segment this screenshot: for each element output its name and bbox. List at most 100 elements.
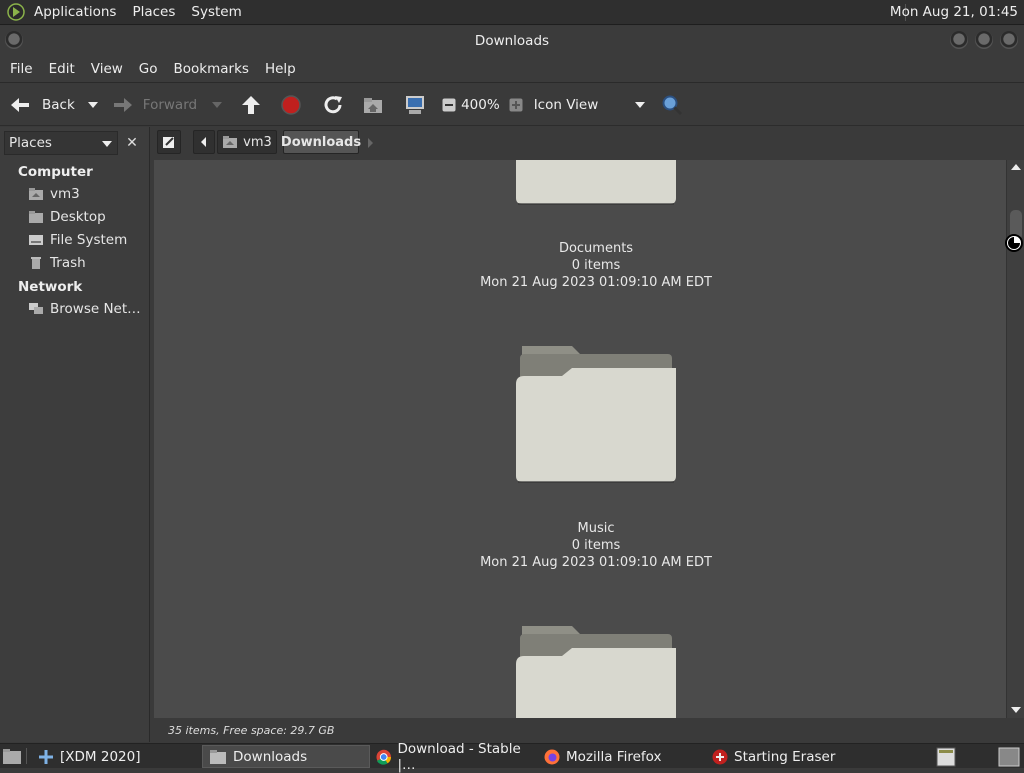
file-item-music[interactable]: Music 0 items Mon 21 Aug 2023 01:09:10 A… [446, 520, 746, 571]
scroll-down-icon[interactable] [1011, 707, 1021, 714]
clock[interactable]: Mon Aug 21, 01:45 [890, 0, 1018, 25]
folder-icon[interactable] [514, 344, 678, 486]
places-sidebar: Places ✕ Computer vm3 Desktop File Syste… [0, 127, 150, 742]
sidebar-close-button[interactable]: ✕ [121, 131, 143, 155]
taskbar-separator [26, 748, 27, 764]
file-info: 0 items [571, 538, 621, 553]
zoom-in-button[interactable] [504, 89, 528, 121]
workspace-switcher[interactable] [996, 745, 1022, 768]
back-arrow-icon [8, 93, 32, 117]
sidebar-item-filesystem[interactable]: File System [28, 232, 127, 248]
search-button[interactable] [660, 89, 684, 121]
chevron-down-icon [102, 141, 112, 147]
file-menu[interactable]: File [2, 61, 41, 77]
window-titlebar[interactable]: Downloads [0, 26, 1024, 56]
chrome-icon [376, 749, 391, 765]
up-arrow-icon [239, 93, 263, 117]
toolbar: Back Forward 400% Icon View [0, 84, 1024, 126]
stop-icon [279, 93, 303, 117]
task-chrome[interactable]: Download - Stable |… [370, 741, 538, 773]
chevron-down-icon [634, 101, 645, 108]
menubar: File Edit View Go Bookmarks Help [0, 56, 1024, 83]
workspace-icon [998, 747, 1020, 766]
task-label: Downloads [233, 748, 308, 765]
reload-button[interactable] [321, 89, 345, 121]
location-toggle-button[interactable] [157, 130, 181, 154]
home-folder-icon [361, 93, 385, 117]
back-button[interactable]: Back [8, 89, 75, 121]
search-icon [660, 93, 684, 117]
sidebar-item-trash[interactable]: Trash [28, 255, 86, 271]
minimize-button[interactable] [950, 31, 968, 49]
firefox-icon [544, 749, 560, 764]
path-scroll-left-button[interactable] [193, 130, 215, 154]
task-firefox[interactable]: Mozilla Firefox [538, 745, 706, 768]
close-icon: ✕ [126, 135, 138, 151]
go-menu[interactable]: Go [131, 61, 166, 77]
notes-icon [936, 747, 956, 766]
file-item-documents[interactable]: Documents 0 items Mon 21 Aug 2023 01:09:… [446, 240, 746, 291]
sidebar-section-network: Network [18, 279, 83, 295]
back-history-dropdown[interactable] [87, 89, 99, 121]
zoom-in-icon [504, 93, 528, 117]
stop-button[interactable] [279, 89, 303, 121]
path-bar: vm3 Downloads [153, 127, 1024, 159]
crumb-vm3[interactable]: vm3 [217, 130, 277, 154]
show-desktop-button[interactable] [0, 745, 22, 768]
task-downloads[interactable]: Downloads [202, 745, 370, 768]
folder-icon[interactable] [514, 624, 678, 718]
file-icon-view[interactable]: Documents 0 items Mon 21 Aug 2023 01:09:… [154, 160, 1006, 718]
window-menu-button[interactable] [5, 31, 23, 49]
maximize-button[interactable] [975, 31, 993, 49]
sidebar-item-label: Browse Net… [50, 301, 141, 317]
scroll-up-icon[interactable] [1011, 163, 1021, 170]
sidebar-item-desktop[interactable]: Desktop [28, 209, 106, 225]
tray-notes-button[interactable] [934, 745, 958, 768]
sidebar-item-label: vm3 [50, 186, 80, 202]
close-button[interactable] [1000, 31, 1018, 49]
folder-icon [210, 749, 226, 764]
top-panel: Applications Places System Mon Aug 21, 0… [0, 0, 1024, 25]
task-xdm[interactable]: [XDM 2020] [32, 745, 200, 768]
sidebar-item-vm3[interactable]: vm3 [28, 186, 80, 202]
chevron-left-icon [201, 137, 206, 147]
network-icon [29, 303, 43, 314]
chevron-down-icon [87, 101, 98, 108]
status-bar: 35 items, Free space: 29.7 GB [154, 718, 1024, 742]
crumb-downloads[interactable]: Downloads [281, 130, 361, 154]
home-button[interactable] [361, 89, 385, 121]
view-menu[interactable]: View [83, 61, 131, 77]
zoom-out-button[interactable] [437, 89, 461, 121]
file-name: Music [577, 521, 615, 536]
home-folder-icon [29, 188, 43, 200]
computer-button[interactable] [403, 89, 427, 121]
sidebar-item-browse-network[interactable]: Browse Net… [28, 301, 141, 317]
home-folder-icon [223, 136, 238, 148]
folder-icon[interactable] [514, 160, 678, 208]
sidebar-type-select[interactable]: Places [4, 131, 118, 155]
task-eraser[interactable]: Starting Eraser [706, 745, 874, 768]
show-desktop-icon [3, 748, 21, 764]
computer-icon [403, 93, 427, 117]
places-menu[interactable]: Places [124, 0, 183, 25]
crumb-label: vm3 [243, 134, 272, 150]
help-menu[interactable]: Help [257, 61, 304, 77]
edit-icon [163, 137, 174, 148]
forward-label: Forward [142, 96, 198, 113]
forward-arrow-icon [111, 93, 135, 117]
forward-button[interactable]: Forward [111, 89, 197, 121]
xdm-icon [39, 749, 53, 764]
sidebar-item-label: Desktop [50, 209, 106, 225]
system-menu[interactable]: System [183, 0, 249, 25]
sidebar-section-computer: Computer [18, 164, 93, 180]
forward-history-dropdown[interactable] [211, 89, 223, 121]
zoom-out-icon [437, 93, 461, 117]
bookmarks-menu[interactable]: Bookmarks [166, 61, 257, 77]
task-label: Starting Eraser [734, 748, 836, 765]
view-mode-select[interactable]: Icon View [534, 89, 646, 121]
up-button[interactable] [239, 89, 263, 121]
menu-logo-icon[interactable] [6, 2, 26, 22]
edit-menu[interactable]: Edit [41, 61, 83, 77]
applications-menu[interactable]: Applications [26, 0, 124, 25]
path-scroll-right-button[interactable] [367, 137, 375, 152]
